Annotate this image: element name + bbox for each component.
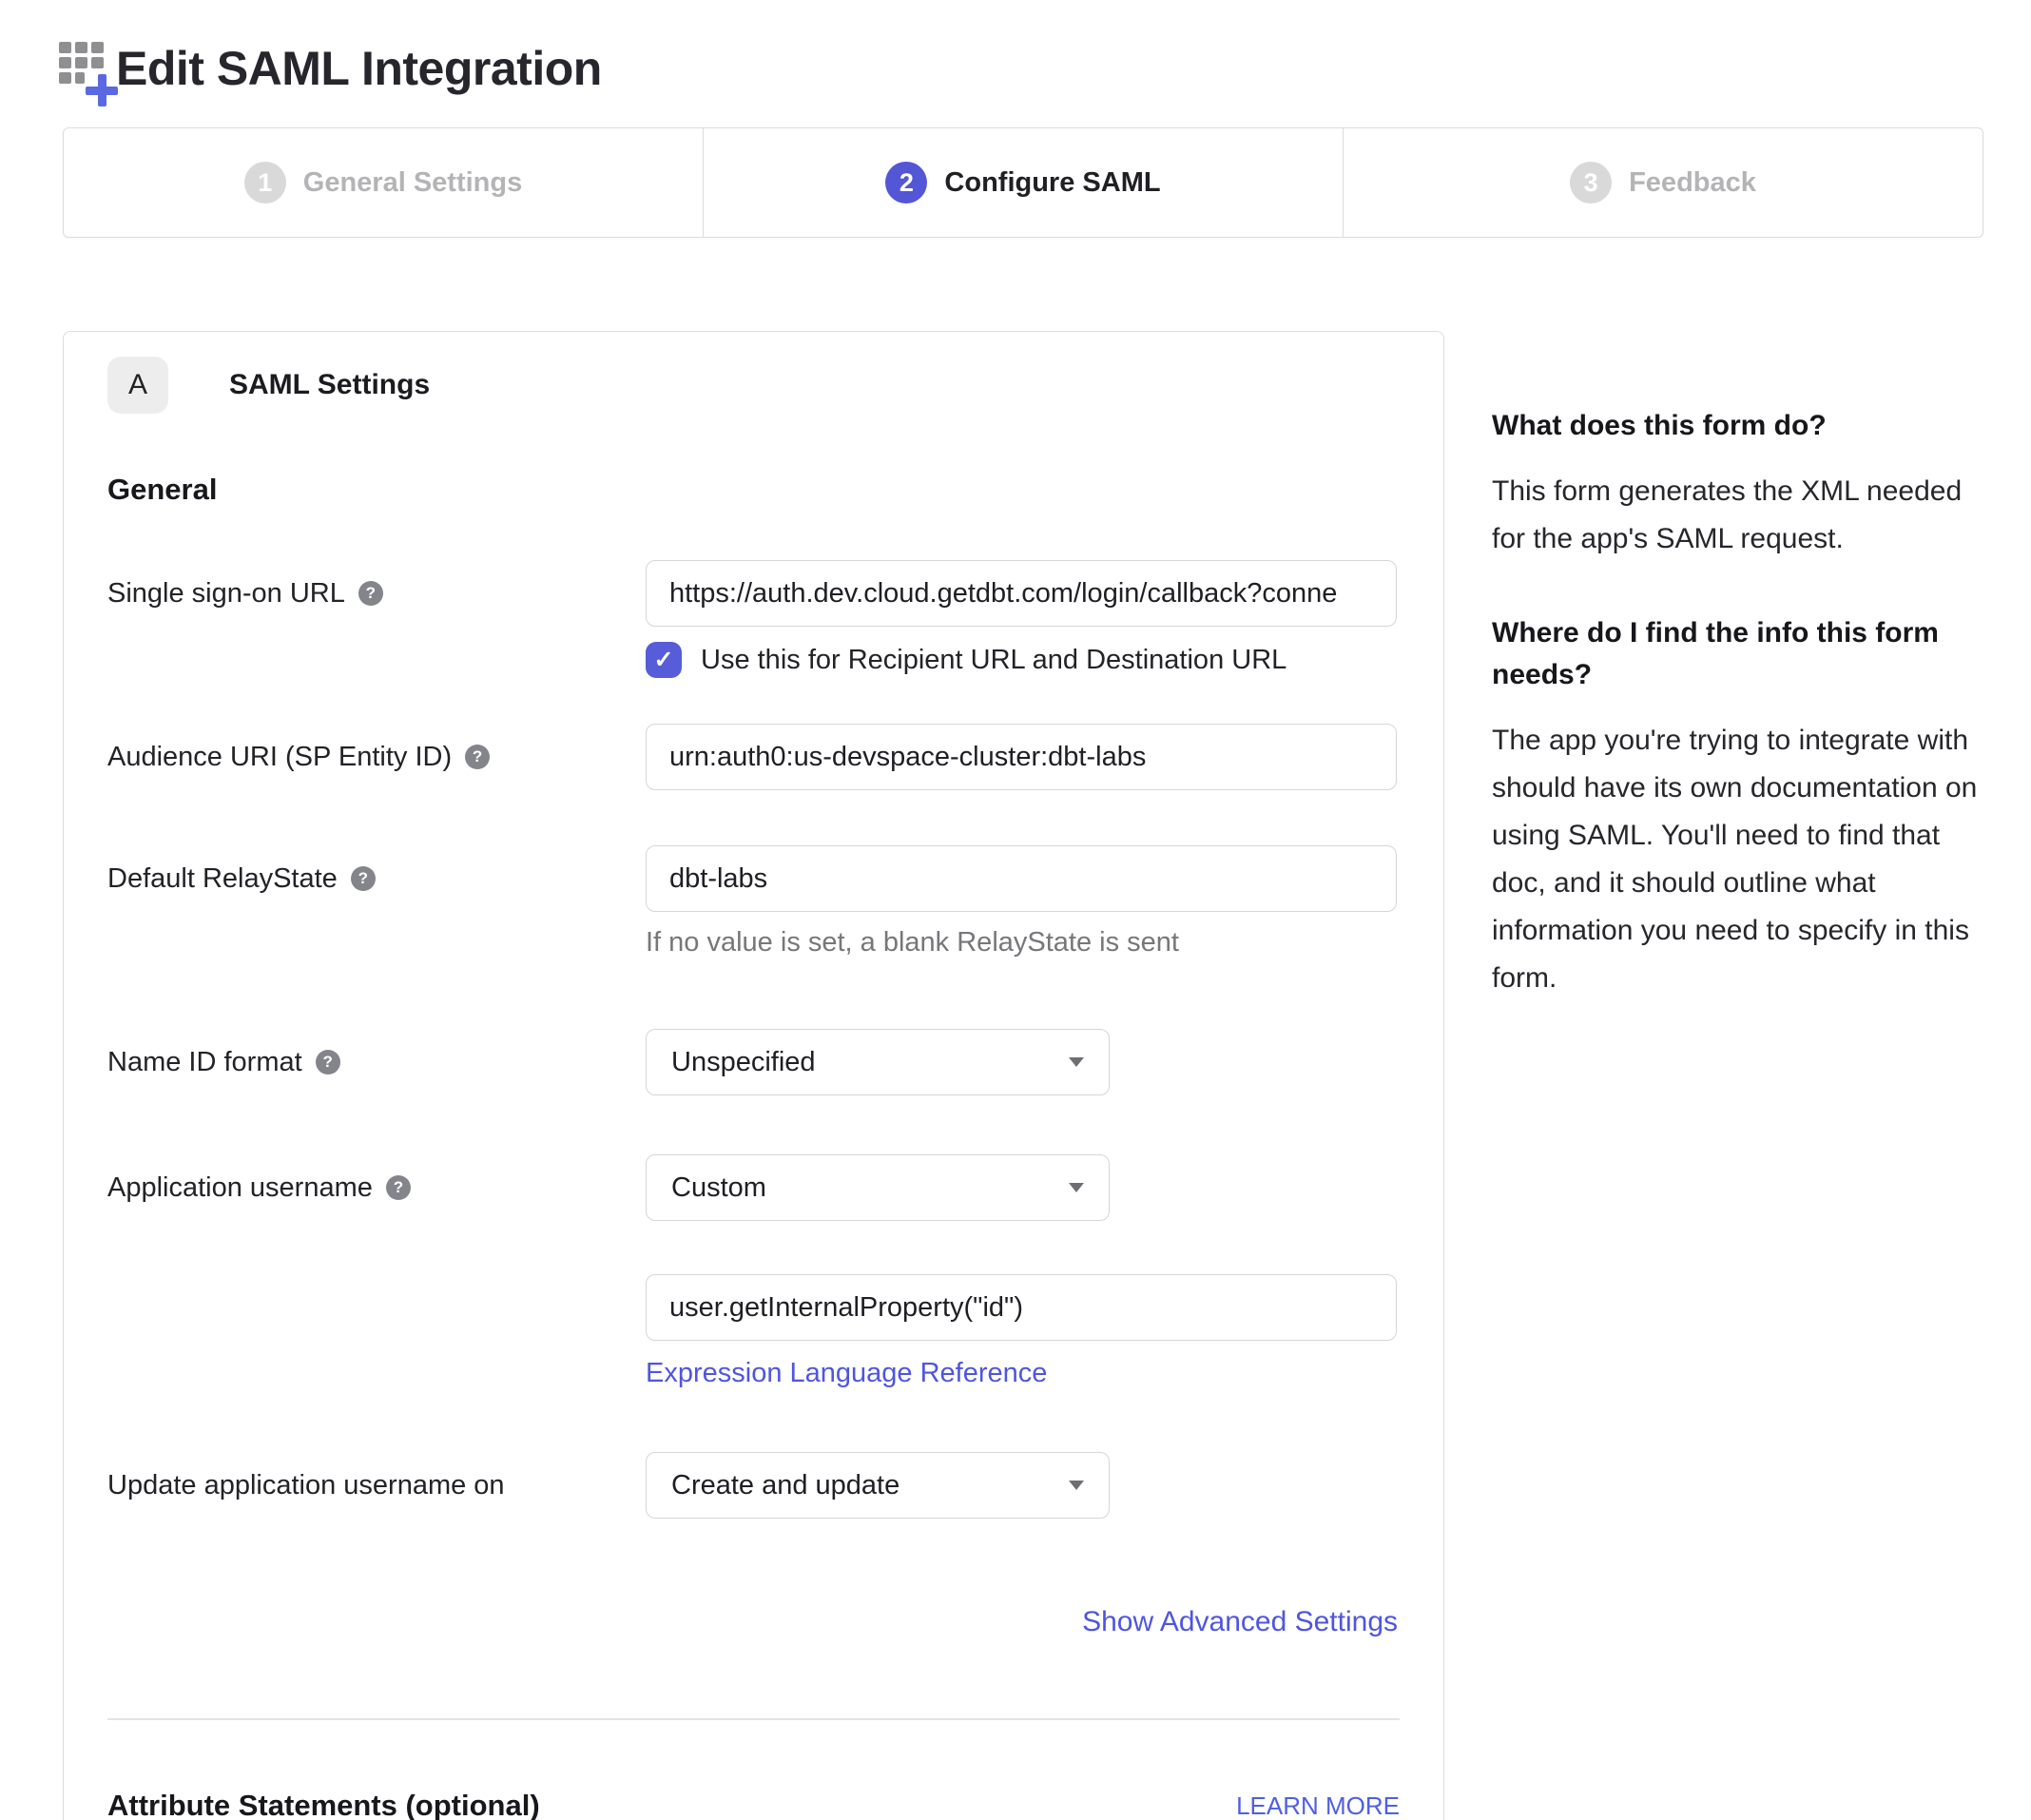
application-username-label: Application username xyxy=(107,1172,373,1204)
name-id-format-label: Name ID format xyxy=(107,1047,302,1078)
sso-url-input[interactable] xyxy=(646,560,1397,627)
relay-state-row: Default RelayState ? xyxy=(107,845,1400,912)
application-username-row: Application username ? Custom xyxy=(107,1154,1400,1221)
relay-state-hint: If no value is set, a blank RelayState i… xyxy=(646,927,1400,958)
update-username-row: Update application username on Create an… xyxy=(107,1452,1400,1519)
name-id-format-help-icon[interactable]: ? xyxy=(316,1050,340,1075)
custom-expression-label-spacer xyxy=(107,1274,646,1341)
general-section-heading: General xyxy=(107,473,1400,507)
application-username-label-wrap: Application username ? xyxy=(107,1154,646,1221)
relay-state-label-wrap: Default RelayState ? xyxy=(107,845,646,912)
name-id-format-row: Name ID format ? Unspecified xyxy=(107,1029,1400,1095)
step-1-label: General Settings xyxy=(303,167,522,199)
update-username-select[interactable]: Create and update xyxy=(646,1452,1110,1519)
name-id-format-select[interactable]: Unspecified xyxy=(646,1029,1110,1095)
saml-settings-card: A SAML Settings General Single sign-on U… xyxy=(63,331,1444,1820)
sso-checkbox-row: ✓ Use this for Recipient URL and Destina… xyxy=(646,642,1400,678)
help-answer-1: This form generates the XML needed for t… xyxy=(1492,468,1986,563)
step-wizard: 1 General Settings 2 Configure SAML 3 Fe… xyxy=(63,127,1983,238)
help-question-2: Where do I find the info this form needs… xyxy=(1492,612,1986,696)
application-username-help-icon[interactable]: ? xyxy=(386,1175,411,1200)
help-panel: What does this form do? This form genera… xyxy=(1492,405,1986,1002)
name-id-format-label-wrap: Name ID format ? xyxy=(107,1029,646,1095)
custom-expression-input[interactable] xyxy=(646,1274,1397,1341)
chevron-down-icon xyxy=(1069,1057,1084,1067)
content: A SAML Settings General Single sign-on U… xyxy=(0,238,2031,1820)
section-divider xyxy=(107,1718,1400,1720)
help-answer-2: The app you're trying to integrate with … xyxy=(1492,717,1986,1002)
expression-language-reference-link[interactable]: Expression Language Reference xyxy=(646,1358,1047,1388)
advanced-settings-row: Show Advanced Settings xyxy=(107,1606,1400,1638)
chevron-down-icon xyxy=(1069,1183,1084,1192)
attribute-statements-header: Attribute Statements (optional) LEARN MO… xyxy=(107,1789,1400,1820)
section-a-badge: A xyxy=(107,357,168,414)
step-3-badge: 3 xyxy=(1570,162,1612,203)
relay-state-label: Default RelayState xyxy=(107,863,338,895)
card-head: A SAML Settings xyxy=(107,357,1400,414)
recipient-url-checkbox-label: Use this for Recipient URL and Destinati… xyxy=(701,645,1286,676)
update-username-label-wrap: Update application username on xyxy=(107,1452,646,1519)
attribute-statements-title: Attribute Statements (optional) xyxy=(107,1789,540,1820)
show-advanced-settings-link[interactable]: Show Advanced Settings xyxy=(1082,1606,1398,1637)
chevron-down-icon xyxy=(1069,1481,1084,1490)
step-2-badge: 2 xyxy=(885,162,927,203)
step-2-label: Configure SAML xyxy=(944,167,1160,199)
sso-url-help-icon[interactable]: ? xyxy=(358,581,383,606)
relay-state-help-icon[interactable]: ? xyxy=(351,866,376,891)
sso-url-label: Single sign-on URL xyxy=(107,578,345,610)
step-general-settings[interactable]: 1 General Settings xyxy=(64,128,704,237)
update-username-value: Create and update xyxy=(671,1470,899,1501)
audience-uri-row: Audience URI (SP Entity ID) ? xyxy=(107,724,1400,790)
update-username-label: Update application username on xyxy=(107,1470,505,1501)
help-question-1: What does this form do? xyxy=(1492,405,1986,447)
page-title: Edit SAML Integration xyxy=(116,41,602,96)
step-configure-saml[interactable]: 2 Configure SAML xyxy=(704,128,1344,237)
audience-uri-input[interactable] xyxy=(646,724,1397,790)
page-header: Edit SAML Integration xyxy=(0,0,2031,105)
name-id-format-value: Unspecified xyxy=(671,1047,816,1078)
sso-url-row: Single sign-on URL ? xyxy=(107,560,1400,627)
step-1-badge: 1 xyxy=(244,162,286,203)
recipient-url-checkbox[interactable]: ✓ xyxy=(646,642,682,678)
application-username-select[interactable]: Custom xyxy=(646,1154,1110,1221)
step-3-label: Feedback xyxy=(1629,167,1756,199)
application-username-value: Custom xyxy=(671,1172,766,1204)
step-feedback[interactable]: 3 Feedback xyxy=(1344,128,1983,237)
audience-uri-help-icon[interactable]: ? xyxy=(465,745,490,769)
relay-state-input[interactable] xyxy=(646,845,1397,912)
expression-link-row: Expression Language Reference xyxy=(646,1358,1400,1389)
learn-more-link[interactable]: LEARN MORE xyxy=(1236,1791,1400,1820)
sso-url-label-wrap: Single sign-on URL ? xyxy=(107,560,646,627)
grid-plus-icon xyxy=(59,42,112,95)
audience-uri-label: Audience URI (SP Entity ID) xyxy=(107,742,452,773)
saml-settings-title: SAML Settings xyxy=(229,369,430,401)
custom-expression-row xyxy=(107,1274,1400,1341)
audience-uri-label-wrap: Audience URI (SP Entity ID) ? xyxy=(107,724,646,790)
